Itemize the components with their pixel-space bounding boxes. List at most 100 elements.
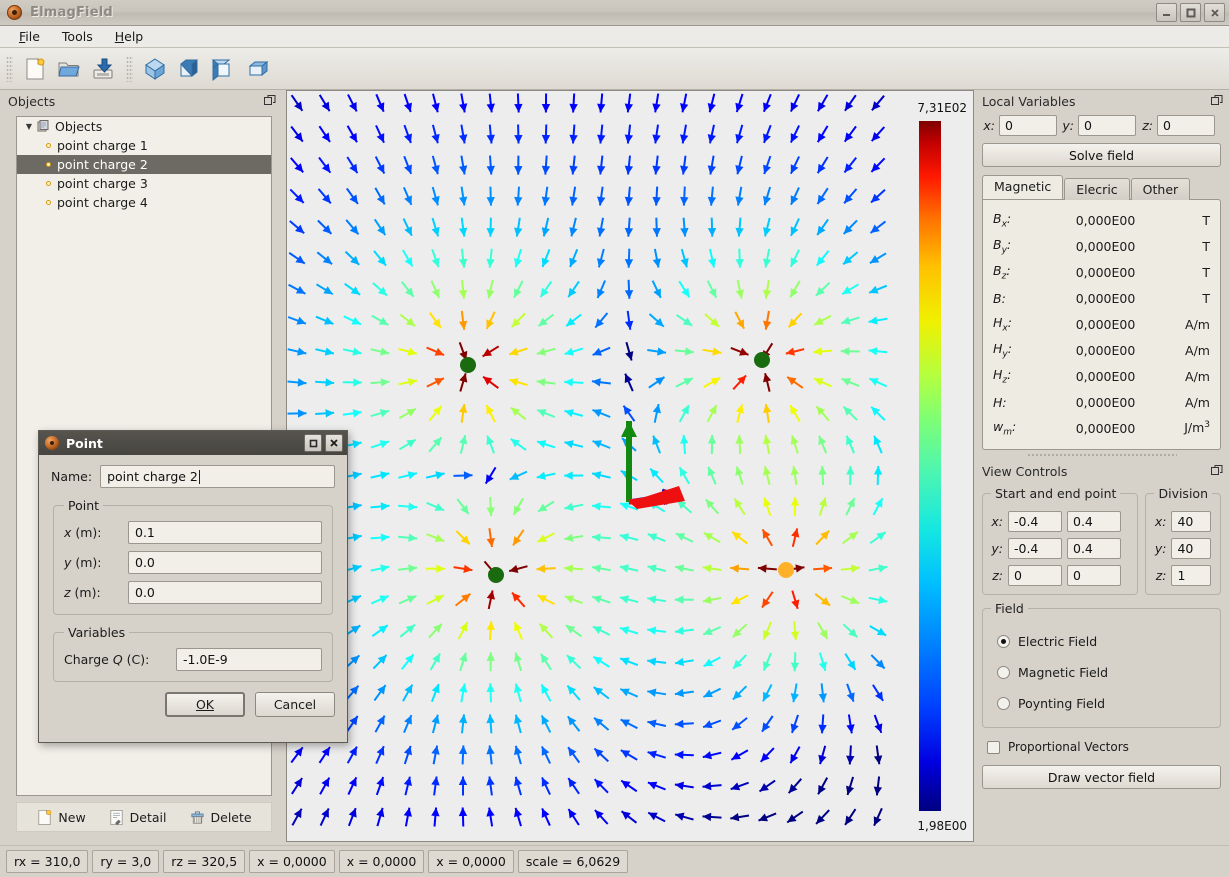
- coord-z-input[interactable]: 0.0: [128, 581, 322, 604]
- coord-z-label: z (m):: [64, 585, 101, 600]
- local-variables-tabs: Magnetic Elecric Other: [974, 175, 1229, 200]
- checkbox-icon[interactable]: [987, 740, 1000, 754]
- proportional-vectors-row[interactable]: Proportional Vectors: [982, 734, 1221, 760]
- end-x-input[interactable]: 0.4: [1067, 511, 1121, 532]
- ok-label: OK: [195, 697, 215, 712]
- local-z-label: z:: [1142, 118, 1153, 133]
- table-row: H: 0,000E00 A/m: [993, 389, 1210, 415]
- var-unit: T: [1202, 212, 1210, 228]
- menu-help[interactable]: Help: [106, 27, 153, 46]
- local-z-input[interactable]: 0: [1157, 115, 1215, 136]
- menu-tools[interactable]: Tools: [53, 27, 102, 46]
- toolbar-grip-2[interactable]: [126, 55, 133, 82]
- name-label: Name:: [51, 469, 93, 484]
- coord-x-input[interactable]: 0.1: [128, 521, 322, 544]
- menu-help-rest: elp: [124, 29, 144, 44]
- var-name: B:: [993, 290, 1006, 306]
- view-top-icon[interactable]: [242, 54, 272, 84]
- ok-button[interactable]: OK: [165, 692, 245, 717]
- draw-vector-field-button[interactable]: Draw vector field: [982, 765, 1221, 789]
- name-input[interactable]: point charge 2: [100, 465, 335, 488]
- new-object-button[interactable]: New: [32, 807, 89, 828]
- radio-magnetic-field[interactable]: Magnetic Field: [991, 657, 1212, 688]
- radio-label: Magnetic Field: [1018, 665, 1109, 680]
- radio-poynting-field[interactable]: Poynting Field: [991, 688, 1212, 719]
- tab-other[interactable]: Other: [1130, 178, 1191, 200]
- panel-splitter[interactable]: [974, 450, 1229, 460]
- dialog-maximize-button[interactable]: [304, 434, 322, 452]
- variables-legend: Variables: [68, 625, 126, 640]
- radio-button-icon[interactable]: [997, 635, 1010, 648]
- start-z-input[interactable]: 0: [1008, 565, 1062, 586]
- radio-button-icon[interactable]: [997, 697, 1010, 710]
- maximize-button[interactable]: [1180, 3, 1201, 22]
- coord-y-input[interactable]: 0.0: [128, 551, 322, 574]
- table-row: Hy: 0,000E00 A/m: [993, 337, 1210, 363]
- detail-object-button[interactable]: Detail: [104, 807, 171, 828]
- cancel-button[interactable]: Cancel: [255, 692, 335, 717]
- toolbar-grip[interactable]: [6, 55, 13, 82]
- start-end-point-group: Start and end point x: -0.4 0.4 y: -0.4 …: [982, 486, 1139, 595]
- table-row: wm: 0,000E00 J/m3: [993, 415, 1210, 441]
- local-x-input[interactable]: 0: [999, 115, 1057, 136]
- tab-electric[interactable]: Elecric: [1064, 178, 1130, 200]
- vector-field-plot[interactable]: [287, 91, 973, 841]
- new-document-icon[interactable]: [20, 54, 50, 84]
- menu-file[interactable]: File: [10, 27, 49, 46]
- end-z-input[interactable]: 0: [1067, 565, 1121, 586]
- dialog-close-button[interactable]: [325, 434, 343, 452]
- division-group: Division x: 40 y: 40 z: 1: [1145, 486, 1221, 595]
- charge-bullet-icon: [39, 162, 57, 167]
- point-coordinates-group: Point x (m): 0.1 y (m): 0.0 z (m): 0.0: [53, 498, 333, 615]
- close-button[interactable]: [1204, 3, 1225, 22]
- var-name: Bz:: [993, 262, 1011, 282]
- window-controls: [1156, 3, 1225, 22]
- point-dialog[interactable]: Point Name: point charge 2 Point x (m): …: [38, 430, 348, 743]
- delete-object-button[interactable]: Delete: [185, 807, 256, 828]
- radio-button-icon[interactable]: [997, 666, 1010, 679]
- start-x-input[interactable]: -0.4: [1008, 511, 1062, 532]
- undock-icon[interactable]: [1211, 465, 1223, 477]
- dialog-buttons: OK Cancel: [51, 692, 335, 717]
- var-name: wm:: [993, 418, 1017, 438]
- division-row-z: z: 1: [1154, 565, 1212, 586]
- expand-caret-icon[interactable]: ▼: [23, 122, 35, 131]
- name-row: Name: point charge 2: [51, 465, 335, 488]
- solve-field-button[interactable]: Solve field: [982, 143, 1221, 167]
- dialog-window-controls: [304, 434, 343, 452]
- undock-icon[interactable]: [264, 95, 276, 107]
- colorbar-min-label: 1,98E00: [917, 819, 967, 833]
- var-name: H:: [993, 394, 1007, 410]
- vector-field-canvas[interactable]: 7,31E02 1,98E00: [286, 90, 974, 842]
- charge-input[interactable]: -1.0E-9: [176, 648, 322, 671]
- tab-magnetic[interactable]: Magnetic: [982, 175, 1064, 199]
- undock-icon[interactable]: [1211, 95, 1223, 107]
- save-disk-icon[interactable]: [88, 54, 118, 84]
- view-front-icon[interactable]: [174, 54, 204, 84]
- minimize-button[interactable]: [1156, 3, 1177, 22]
- color-scale-bar: [919, 121, 941, 811]
- division-z-input[interactable]: 1: [1171, 565, 1212, 586]
- local-y-input[interactable]: 0: [1078, 115, 1136, 136]
- end-y-input[interactable]: 0.4: [1067, 538, 1121, 559]
- division-axis-label: y:: [1154, 541, 1167, 556]
- radio-electric-field[interactable]: Electric Field: [991, 626, 1212, 657]
- app-logo-icon: [6, 4, 24, 22]
- tree-root[interactable]: ▼ Objects: [17, 117, 271, 136]
- view-iso-icon[interactable]: [140, 54, 170, 84]
- open-folder-icon[interactable]: [54, 54, 84, 84]
- division-y-input[interactable]: 40: [1171, 538, 1212, 559]
- title-bar: ElmagField: [0, 0, 1229, 26]
- objects-panel-title: Objects: [8, 93, 56, 109]
- view-side-icon[interactable]: [208, 54, 238, 84]
- tree-item-point-charge-2[interactable]: point charge 2: [17, 155, 271, 174]
- table-row: By: 0,000E00 T: [993, 233, 1210, 259]
- tree-item-point-charge-4[interactable]: point charge 4: [17, 193, 271, 212]
- start-y-input[interactable]: -0.4: [1008, 538, 1062, 559]
- table-row: Bz: 0,000E00 T: [993, 259, 1210, 285]
- tree-item-point-charge-1[interactable]: point charge 1: [17, 136, 271, 155]
- tree-item-point-charge-3[interactable]: point charge 3: [17, 174, 271, 193]
- application-window: ElmagField File Tools Help Objects ▼ Obj…: [0, 0, 1229, 877]
- start-end-row-z: z: 0 0: [991, 565, 1129, 586]
- division-x-input[interactable]: 40: [1171, 511, 1212, 532]
